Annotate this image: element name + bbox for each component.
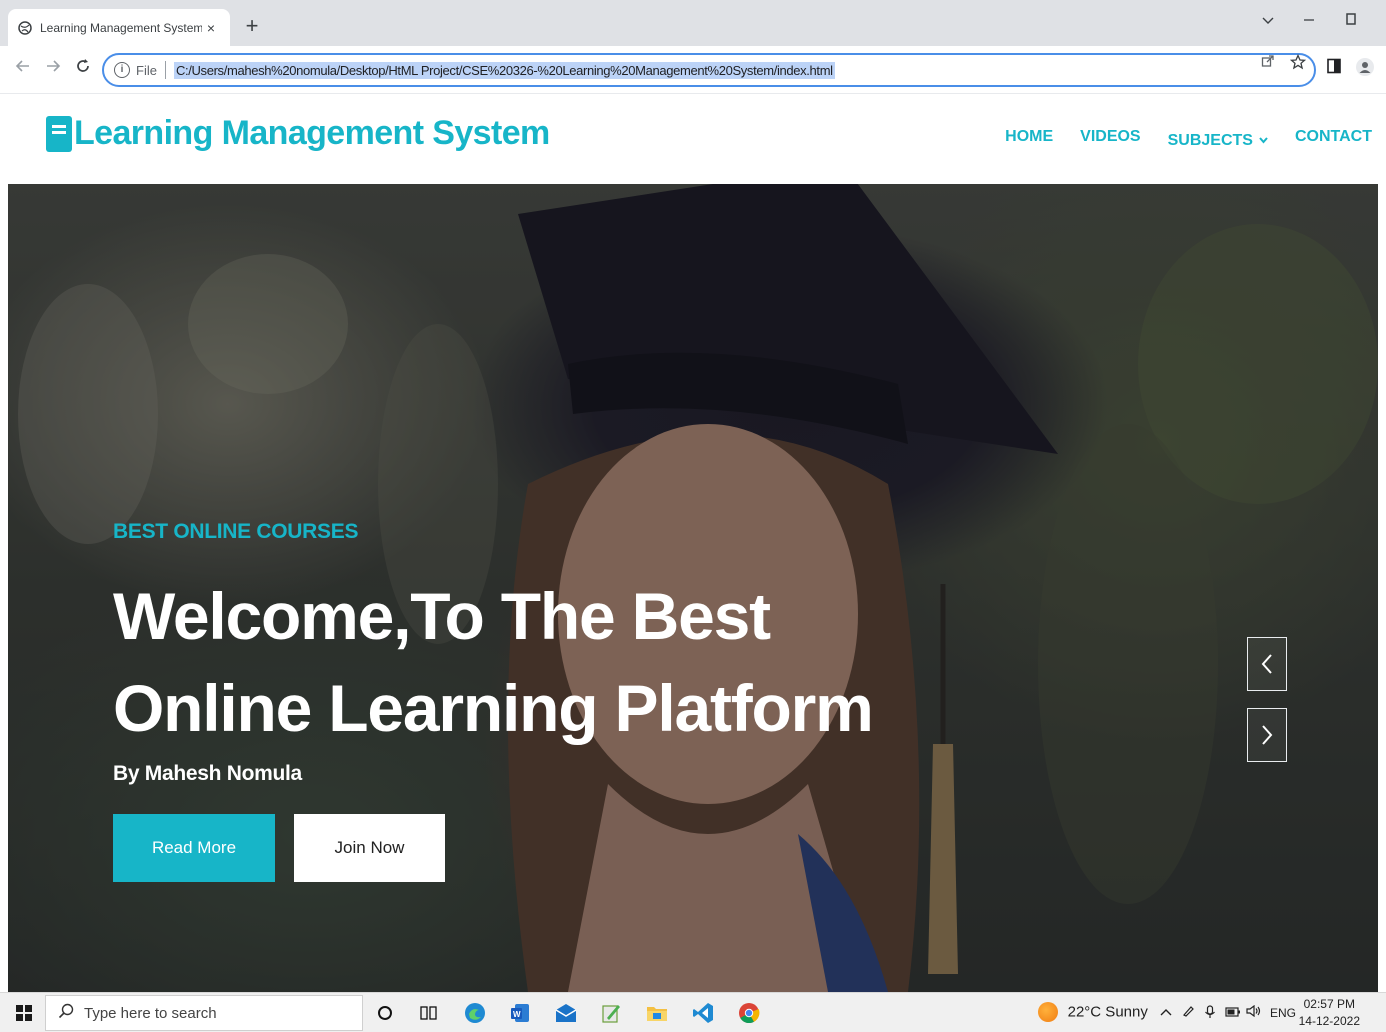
brand-name: Learning Management System	[74, 114, 550, 152]
site-info-icon[interactable]: i	[114, 62, 130, 78]
clock-date: 14-12-2022	[1298, 1014, 1360, 1028]
bookmark-star-icon[interactable]	[1288, 53, 1308, 73]
main-nav: HOME VIDEOS SUBJECTS CONTACT	[978, 124, 1372, 150]
join-now-button[interactable]: Join Now	[294, 814, 445, 882]
nav-link-videos[interactable]: VIDEOS	[1080, 128, 1140, 146]
url-scheme-label: File	[136, 62, 157, 78]
weather-text: 22°C Sunny	[1067, 1003, 1148, 1021]
mic-icon[interactable]	[1204, 1005, 1216, 1022]
chrome-app-icon[interactable]	[736, 1000, 762, 1026]
hero-title-line-2: Online Learning Platform	[113, 671, 874, 745]
new-tab-button[interactable]: +	[240, 14, 264, 38]
carousel-prev-button[interactable]	[1247, 637, 1287, 691]
file-explorer-icon[interactable]	[644, 1000, 670, 1026]
nav-link-home[interactable]: HOME	[1005, 128, 1053, 146]
hero-carousel: BEST ONLINE COURSES Welcome,To The Best …	[8, 184, 1378, 992]
share-icon[interactable]	[1258, 54, 1278, 71]
hero-title: Welcome,To The Best Online Learning Plat…	[113, 570, 874, 754]
chevron-down-icon	[1259, 136, 1268, 147]
weather-widget[interactable]: 22°C Sunny	[1038, 1002, 1148, 1022]
browser-toolbar: i File C:/Users/mahesh%20nomula/Desktop/…	[0, 46, 1386, 94]
hero-title-line-1: Welcome,To The Best	[113, 579, 771, 653]
clock-time: 02:57 PM	[1303, 997, 1355, 1011]
volume-icon[interactable]	[1246, 1004, 1262, 1020]
reload-icon[interactable]	[72, 58, 94, 80]
restore-window-icon[interactable]	[1339, 12, 1363, 29]
tab-search-chevron-icon[interactable]	[1256, 12, 1280, 28]
battery-icon[interactable]	[1225, 1005, 1241, 1020]
chevron-left-icon	[1261, 654, 1272, 674]
system-clock[interactable]: 02:57 PM 14-12-2022	[1299, 996, 1360, 1030]
edge-browser-icon[interactable]	[462, 1000, 488, 1026]
minimize-window-icon[interactable]	[1297, 12, 1321, 28]
windows-taskbar: Type here to search W 22°C Sunny ENG 02:…	[0, 992, 1386, 1032]
read-more-button[interactable]: Read More	[113, 814, 275, 882]
url-text[interactable]: C:/Users/mahesh%20nomula/Desktop/HtML Pr…	[173, 61, 835, 79]
omnibox-divider	[164, 61, 166, 79]
svg-text:W: W	[513, 1010, 521, 1019]
brand-logo-link[interactable]: Learning Management System	[46, 114, 550, 153]
screen: Learning Management System × + i File C:…	[0, 0, 1386, 1032]
chevron-right-icon	[1262, 725, 1273, 745]
sun-icon	[1038, 1002, 1058, 1022]
task-view-icon[interactable]	[416, 1000, 442, 1026]
browser-tab-strip: Learning Management System × +	[0, 0, 1386, 46]
show-hidden-icons-chevron-icon[interactable]	[1160, 1005, 1172, 1020]
side-panel-icon[interactable]	[1324, 58, 1344, 78]
carousel-next-button[interactable]	[1247, 708, 1287, 762]
word-app-icon[interactable]: W	[507, 1000, 533, 1026]
pen-workspace-icon[interactable]	[1182, 1005, 1194, 1020]
notepad-app-icon[interactable]	[598, 1000, 624, 1026]
input-language-indicator[interactable]: ENG	[1270, 1006, 1296, 1020]
forward-arrow-icon[interactable]	[42, 58, 64, 80]
vscode-app-icon[interactable]	[690, 1000, 716, 1026]
nav-link-subjects-label: SUBJECTS	[1167, 132, 1253, 149]
cortana-icon[interactable]	[372, 1000, 398, 1026]
profile-avatar-icon[interactable]	[1355, 58, 1375, 78]
nav-link-contact[interactable]: CONTACT	[1295, 128, 1372, 146]
tab-title: Learning Management System	[40, 20, 202, 35]
windows-start-icon[interactable]	[16, 1005, 32, 1021]
hero-byline: By Mahesh Nomula	[113, 762, 302, 785]
tab-close-icon[interactable]: ×	[202, 20, 220, 36]
taskbar-search-box[interactable]: Type here to search	[45, 995, 363, 1031]
search-icon	[58, 1003, 74, 1024]
globe-icon	[18, 20, 32, 35]
address-bar[interactable]: i File C:/Users/mahesh%20nomula/Desktop/…	[102, 53, 1316, 87]
nav-link-subjects[interactable]: SUBJECTS	[1168, 132, 1268, 150]
book-icon	[46, 115, 72, 152]
site-header: Learning Management System HOME VIDEOS S…	[0, 94, 1386, 184]
back-arrow-icon[interactable]	[12, 58, 34, 80]
taskbar-search-placeholder: Type here to search	[84, 1004, 217, 1022]
hero-eyebrow: BEST ONLINE COURSES	[113, 520, 359, 543]
mail-app-icon[interactable]	[553, 1000, 579, 1026]
browser-tab[interactable]: Learning Management System ×	[8, 9, 230, 46]
